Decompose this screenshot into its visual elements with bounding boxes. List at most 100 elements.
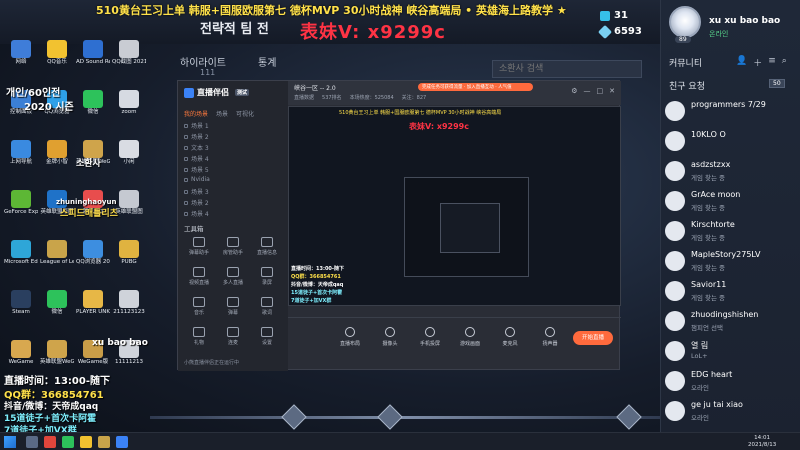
- rail-node-2[interactable]: [377, 404, 403, 430]
- desktop-icon[interactable]: 211123123: [112, 290, 146, 316]
- tool-button[interactable]: 音乐: [184, 297, 214, 316]
- desktop-icon[interactable]: QQ音乐: [40, 40, 74, 66]
- eye-icon[interactable]: [184, 200, 188, 205]
- scene-item[interactable]: 文本 3: [184, 143, 282, 152]
- tool-button[interactable]: 多人直播: [218, 267, 248, 286]
- desktop-icon[interactable]: Steam: [4, 290, 38, 316]
- scene-item[interactable]: 场景 4: [184, 209, 282, 218]
- friend-list-item[interactable]: MapleStory275LV 게임 찾는 중: [665, 248, 799, 274]
- tool-button[interactable]: 直播信息: [252, 237, 282, 256]
- desktop-icon[interactable]: 微信: [76, 90, 110, 116]
- eye-icon[interactable]: [184, 145, 188, 150]
- friend-list-item[interactable]: Kirschtorte 게임 찾는 중: [665, 218, 799, 244]
- scene-item[interactable]: 场景 3: [184, 187, 282, 196]
- maximize-icon[interactable]: □: [597, 87, 604, 95]
- windows-start-icon[interactable]: [4, 436, 16, 448]
- wechat-taskbar-icon[interactable]: [62, 436, 74, 448]
- tool-button[interactable]: 礼物: [184, 327, 214, 346]
- add-folder-icon[interactable]: ＋: [753, 56, 762, 69]
- rail-node-1[interactable]: [281, 404, 307, 430]
- rail-node-3[interactable]: [616, 404, 642, 430]
- desktop-icon[interactable]: 网络: [4, 40, 38, 66]
- nav-stats[interactable]: 통계: [258, 54, 276, 69]
- friend-list-item[interactable]: GrAce moon 게임 찾는 중: [665, 188, 799, 214]
- desktop-icon-label: League of Legends: [40, 259, 74, 265]
- desktop-icon[interactable]: 金牌小智: [40, 140, 74, 166]
- friend-list-item[interactable]: asdzstzxx 게임 찾는 중: [665, 158, 799, 184]
- scene-item[interactable]: 场景 2: [184, 132, 282, 141]
- stream-control[interactable]: 游戏画面: [456, 327, 484, 347]
- stream-control[interactable]: 麦克风: [496, 327, 524, 347]
- desktop-icon[interactable]: zoom: [112, 90, 146, 116]
- eye-icon[interactable]: [184, 211, 188, 216]
- scene-item[interactable]: Nvidia: [184, 176, 282, 183]
- clock[interactable]: 14:01 2021/8/13: [748, 435, 776, 448]
- scene-item[interactable]: 场景 2: [184, 198, 282, 207]
- search-icon[interactable]: ⌕: [782, 56, 787, 69]
- browser-taskbar-icon[interactable]: [44, 436, 56, 448]
- tab-my-scenes[interactable]: 我的场景: [184, 109, 208, 118]
- friend-list-item[interactable]: 열 림 LoL+: [665, 338, 799, 364]
- eye-icon[interactable]: [184, 167, 188, 172]
- desktop-icon[interactable]: 小闲: [112, 140, 146, 166]
- desktop-icon[interactable]: QQ浏览器 2021071...: [76, 240, 110, 266]
- folder-taskbar-icon[interactable]: [80, 436, 92, 448]
- scene-item[interactable]: 场景 4: [184, 154, 282, 163]
- add-friend-icon[interactable]: 👤: [736, 56, 747, 69]
- stream-control[interactable]: 直播布局: [336, 327, 364, 347]
- summoner-search-input[interactable]: [492, 60, 642, 78]
- friend-list-item[interactable]: zhuodingshishen 챔피언 선택: [665, 308, 799, 334]
- desktop-icon[interactable]: GeForce Experience: [4, 190, 38, 216]
- eye-icon[interactable]: [184, 134, 188, 139]
- desktop-icon[interactable]: 微信: [40, 290, 74, 316]
- nav-highlights[interactable]: 하이라이트 111: [180, 54, 226, 77]
- friend-name: ge ju tai xiao: [691, 400, 743, 409]
- tool-button[interactable]: 连麦: [218, 327, 248, 346]
- desktop-icon[interactable]: PLAYER UNKNOWN'S BATTLEGR...: [76, 290, 110, 316]
- avatar[interactable]: [669, 6, 701, 38]
- stream-app-taskbar-icon[interactable]: [116, 436, 128, 448]
- tool-button[interactable]: 录屏: [252, 267, 282, 286]
- tool-button[interactable]: 设置: [252, 327, 282, 346]
- friend-list-item[interactable]: ge ju tai xiao 오라인: [665, 398, 799, 424]
- desktop-icon[interactable]: PUBG: [112, 240, 146, 266]
- friend-list-item[interactable]: 10KLO O: [665, 128, 799, 154]
- eye-icon[interactable]: [184, 189, 188, 194]
- desktop-icon[interactable]: WeGame: [4, 340, 38, 366]
- desktop-icon[interactable]: Microsoft Edge: [4, 240, 38, 266]
- friend-name: programmers 7/29: [691, 100, 766, 109]
- league-taskbar-icon[interactable]: [98, 436, 110, 448]
- stream-control[interactable]: 扬声器: [536, 327, 564, 347]
- eye-icon[interactable]: [184, 123, 188, 128]
- eye-icon[interactable]: [184, 156, 188, 161]
- task-banner[interactable]: 完成任务可获得流量 · 加入直播互动 · 人气值: [418, 83, 533, 91]
- stream-control[interactable]: 摄像头: [376, 327, 404, 347]
- tool-button[interactable]: 弹幕助手: [184, 237, 214, 256]
- tool-button[interactable]: 视频直播: [184, 267, 214, 286]
- scene-item[interactable]: 场景 1: [184, 121, 282, 130]
- close-icon[interactable]: ✕: [609, 87, 615, 95]
- list-icon[interactable]: ≡: [768, 56, 776, 69]
- friend-requests-header[interactable]: 친구 요청: [669, 79, 705, 92]
- friend-list-item[interactable]: EDG heart 오라인: [665, 368, 799, 394]
- desktop-icon[interactable]: AD Sound Recorder: [76, 40, 110, 66]
- profile-header[interactable]: 89 xu xu bao bao 온라인: [661, 0, 800, 48]
- search-taskbar-icon[interactable]: [26, 436, 38, 448]
- desktop-icon[interactable]: QQ截图 202108062...: [112, 40, 146, 66]
- friend-list-item[interactable]: programmers 7/29: [665, 98, 799, 124]
- start-live-button[interactable]: 开始直播: [573, 331, 613, 345]
- minimize-icon[interactable]: —: [584, 87, 591, 95]
- friend-list-item[interactable]: Savior11 게임 찾는 중: [665, 278, 799, 304]
- settings-icon[interactable]: ⚙: [571, 87, 577, 95]
- tool-button[interactable]: 歌词: [252, 297, 282, 316]
- scene-item[interactable]: 场景 5: [184, 165, 282, 174]
- desktop-icon[interactable]: 英雄联盟WeGame版: [40, 340, 74, 366]
- stream-control[interactable]: 手机投屏: [416, 327, 444, 347]
- tab-visual[interactable]: 可视化: [236, 109, 254, 118]
- eye-icon[interactable]: [184, 177, 188, 182]
- desktop-icon[interactable]: 上网导航: [4, 140, 38, 166]
- tab-scenes[interactable]: 场景: [216, 109, 228, 118]
- tool-button[interactable]: 房管助手: [218, 237, 248, 256]
- desktop-icon[interactable]: League of Legends: [40, 240, 74, 266]
- tool-button[interactable]: 弹幕: [218, 297, 248, 316]
